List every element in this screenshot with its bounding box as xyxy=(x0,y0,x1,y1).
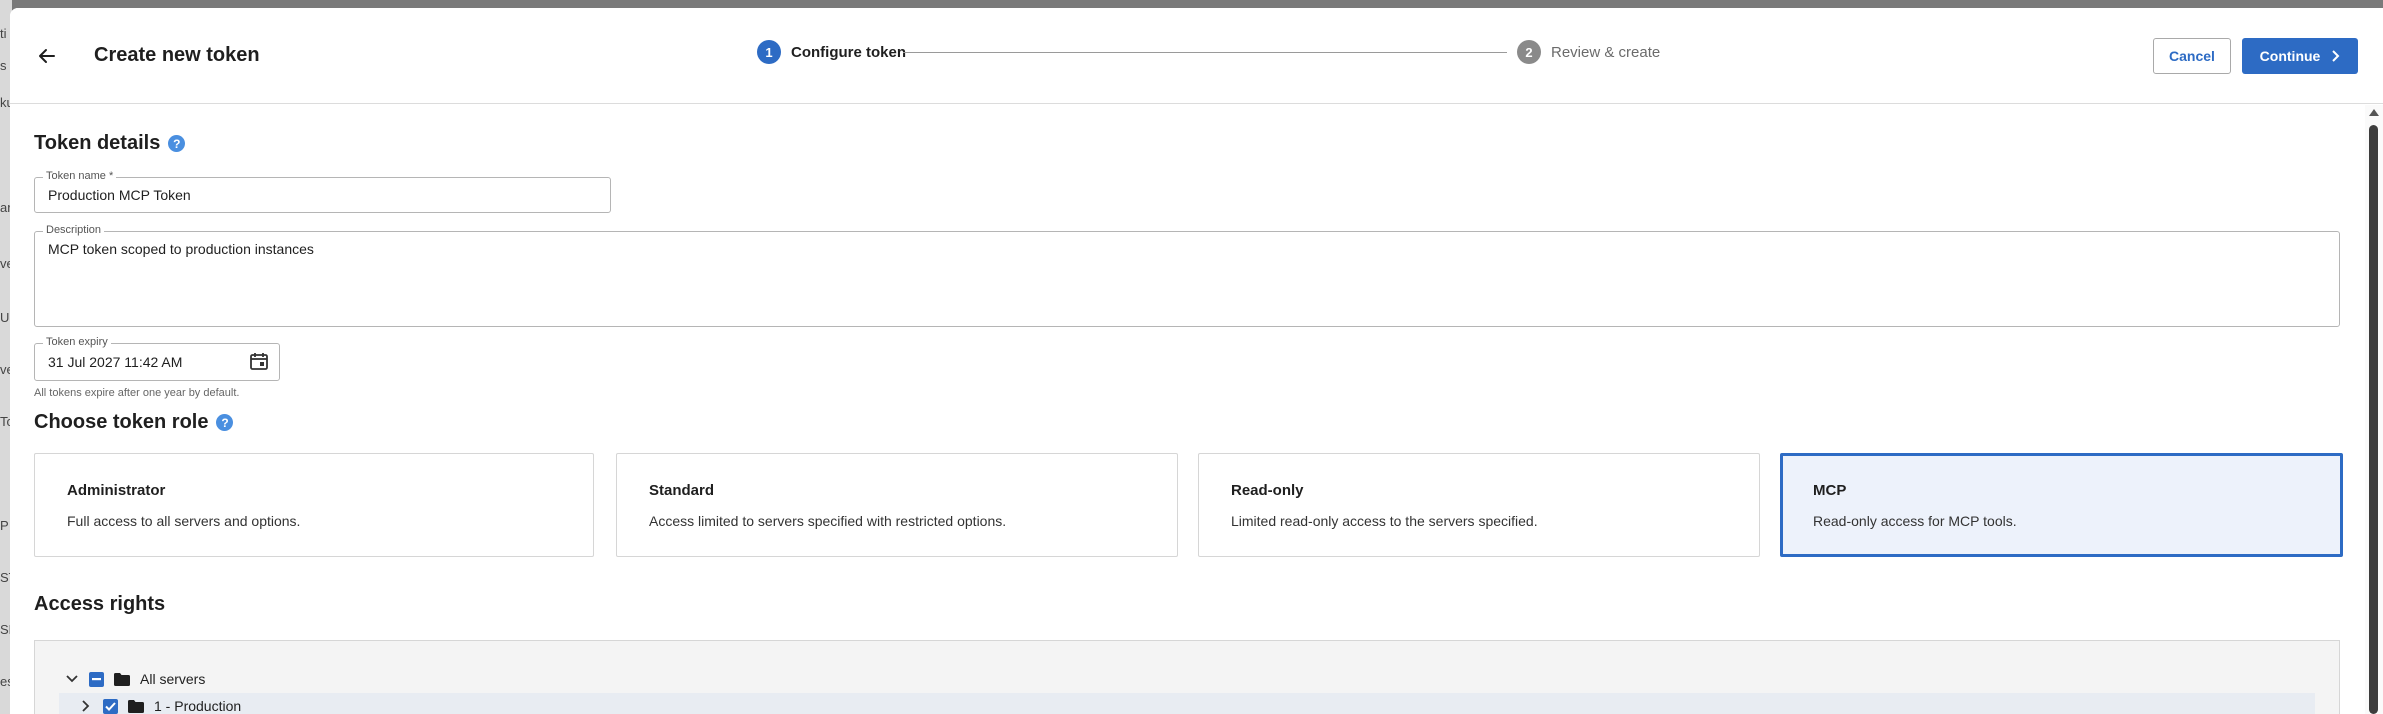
step-review-create[interactable]: 2 Review & create xyxy=(1517,40,1660,64)
token-name-value: Production MCP Token xyxy=(48,187,191,203)
background-text: To xyxy=(0,414,10,429)
role-name: Administrator xyxy=(67,482,166,499)
background-text: ve xyxy=(0,256,10,271)
role-card-administrator[interactable]: Administrator Full access to all servers… xyxy=(34,453,594,557)
scroll-up-arrow-icon[interactable] xyxy=(2369,109,2379,116)
role-name: Standard xyxy=(649,482,715,499)
tree-row-all-servers[interactable]: All servers xyxy=(65,666,2325,692)
continue-label: Continue xyxy=(2259,48,2321,64)
dialog-header: Create new token 1 Configure token 2 Rev… xyxy=(10,8,2383,104)
step-configure-token[interactable]: 1 Configure token xyxy=(757,40,906,64)
token-expiry-field[interactable]: Token expiry 31 Jul 2027 11:42 AM xyxy=(34,336,280,381)
folder-icon xyxy=(128,699,144,713)
role-card-standard[interactable]: Standard Access limited to servers speci… xyxy=(616,453,1178,557)
step-number: 1 xyxy=(757,40,781,64)
background-text: SP xyxy=(0,622,10,637)
role-description: Limited read-only access to the servers … xyxy=(1231,513,1538,529)
background-text: P xyxy=(0,518,9,533)
step-label: Configure token xyxy=(791,43,906,61)
access-tree: All servers 1 - Production xyxy=(34,640,2340,714)
token-expiry-value: 31 Jul 2027 11:42 AM xyxy=(48,354,183,370)
create-token-dialog: Create new token 1 Configure token 2 Rev… xyxy=(10,8,2383,714)
role-name: Read-only xyxy=(1231,482,1304,499)
section-title-text: Access rights xyxy=(34,593,166,615)
token-details-heading: Token details ? xyxy=(34,132,186,155)
scroll-thumb[interactable] xyxy=(2369,125,2378,714)
indeterminate-checkbox[interactable] xyxy=(89,671,104,687)
background-text: ST xyxy=(0,570,10,585)
role-card-read-only[interactable]: Read-only Limited read-only access to th… xyxy=(1198,453,1760,557)
role-name: MCP xyxy=(1813,482,1847,499)
cancel-button[interactable]: Cancel xyxy=(2153,38,2231,74)
background-text: ku xyxy=(0,95,10,110)
background-text: UC xyxy=(0,310,10,325)
role-description: Full access to all servers and options. xyxy=(67,513,301,529)
background-text: s xyxy=(0,58,7,73)
role-card-mcp[interactable]: MCP Read-only access for MCP tools. xyxy=(1780,453,2343,557)
tree-label: 1 - Production xyxy=(154,698,242,714)
tree-row-production[interactable]: 1 - Production xyxy=(59,693,2315,714)
section-title-text: Token details xyxy=(34,132,161,154)
description-field[interactable]: Description MCP token scoped to producti… xyxy=(34,224,2340,327)
step-label: Review & create xyxy=(1551,43,1661,61)
dialog-content: Token details ? Token name * Production … xyxy=(10,105,2365,714)
description-value: MCP token scoped to production instances xyxy=(48,241,314,257)
dialog-title: Create new token xyxy=(94,44,260,66)
token-expiry-label: Token expiry xyxy=(43,336,111,348)
access-rights-heading: Access rights xyxy=(34,593,165,616)
tree-label: All servers xyxy=(140,671,206,687)
folder-icon xyxy=(114,672,130,686)
token-role-heading: Choose token role ? xyxy=(34,411,234,434)
background-text: ti xyxy=(0,26,7,41)
chevron-down-icon[interactable] xyxy=(65,672,79,686)
step-connector xyxy=(903,52,1507,53)
description-label: Description xyxy=(43,224,105,236)
role-description: Read-only access for MCP tools. xyxy=(1813,513,2017,529)
stepper: 1 Configure token 2 Review & create xyxy=(757,40,1660,68)
continue-button[interactable]: Continue xyxy=(2242,38,2358,74)
chevron-right-icon[interactable] xyxy=(79,699,93,713)
expiry-hint: All tokens expire after one year by defa… xyxy=(34,387,240,399)
calendar-icon[interactable] xyxy=(249,351,269,371)
background-text: es xyxy=(0,674,10,689)
help-icon[interactable]: ? xyxy=(216,414,234,431)
back-button[interactable] xyxy=(32,41,62,71)
background-text: ar xyxy=(0,200,10,215)
section-title-text: Choose token role xyxy=(34,411,209,433)
token-name-label: Token name * xyxy=(43,170,117,182)
help-icon[interactable]: ? xyxy=(168,135,186,152)
step-number: 2 xyxy=(1517,40,1541,64)
background-text: ve xyxy=(0,362,10,377)
role-description: Access limited to servers specified with… xyxy=(649,513,1007,529)
vertical-scrollbar[interactable] xyxy=(2365,105,2383,714)
token-name-field[interactable]: Token name * Production MCP Token xyxy=(34,170,611,213)
arrow-left-icon xyxy=(39,49,55,63)
chevron-right-icon xyxy=(2332,50,2340,62)
checked-checkbox[interactable] xyxy=(103,698,118,714)
